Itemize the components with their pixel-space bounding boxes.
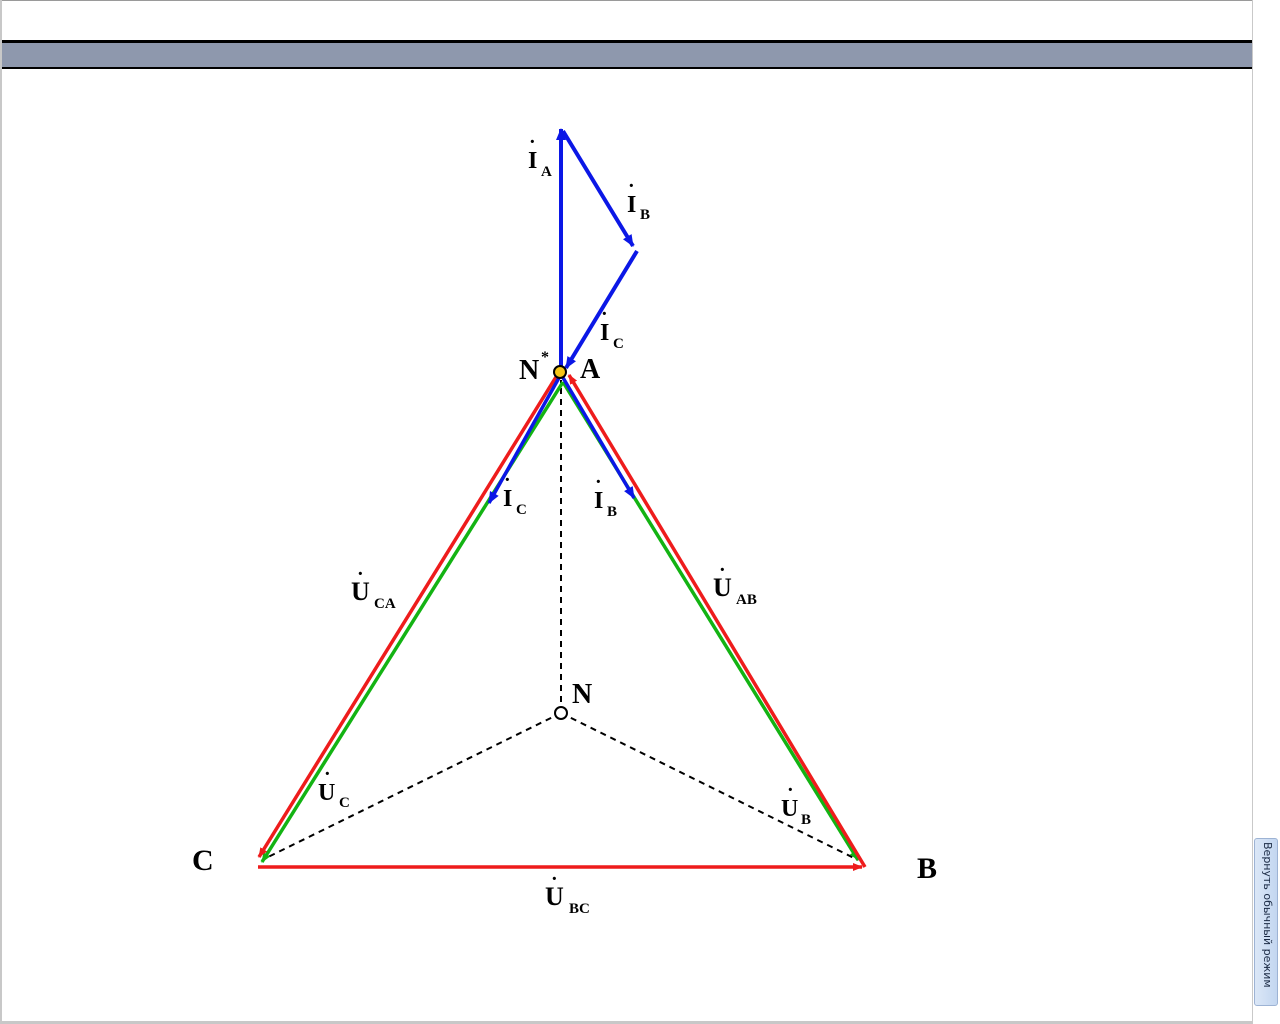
- label-voltage-bc: U · BC: [545, 868, 590, 917]
- current-c-lower-vector: [487, 375, 562, 504]
- label-voltage-bc-sub: BC: [569, 901, 590, 917]
- restore-normal-mode-label: Вернуть обычный режим: [1261, 842, 1274, 988]
- neutral-shift-point: [553, 365, 567, 379]
- label-current-a: I · A: [528, 131, 552, 180]
- label-point-a: A: [580, 354, 601, 385]
- label-point-n-star: N *: [519, 349, 549, 386]
- label-voltage-c: U · C: [318, 763, 350, 811]
- label-point-b: B: [917, 852, 937, 885]
- label-current-a-sub: A: [541, 164, 552, 180]
- label-voltage-c-sub: C: [339, 795, 350, 811]
- current-b-upper-vector: [561, 129, 635, 248]
- label-current-b-upper: I · B: [627, 175, 650, 223]
- label-current-c-upper-sub: C: [613, 336, 624, 352]
- dot-mark: ·: [719, 559, 726, 581]
- dashed-line-n-c: [261, 712, 562, 861]
- label-current-c-lower: I · C: [503, 469, 527, 518]
- dot-mark: ·: [324, 763, 331, 785]
- label-voltage-b-sub: B: [801, 812, 811, 828]
- line-voltage-ca-vector: [257, 376, 558, 858]
- dot-mark: ·: [787, 779, 794, 801]
- label-current-b-lower: I · B: [594, 471, 617, 520]
- dot-mark: ·: [595, 471, 602, 493]
- label-voltage-ca-sub: CA: [374, 596, 396, 612]
- line-voltage-ab-vector: [567, 374, 867, 868]
- label-current-b-lower-sub: B: [607, 504, 617, 520]
- dot-mark: ·: [601, 303, 608, 325]
- phasor-diagram: I · A I · B I · C I · C I · B U · CA U ·…: [192, 128, 937, 917]
- label-current-c-upper: I · C: [600, 303, 624, 352]
- label-voltage-ab: U · AB: [713, 559, 757, 608]
- dot-mark: ·: [628, 175, 635, 197]
- label-voltage-ca: U · CA: [351, 563, 396, 612]
- dot-mark: ·: [357, 563, 364, 585]
- label-current-c-lower-sub: C: [516, 502, 527, 518]
- label-point-n-star-sup: *: [541, 349, 549, 366]
- dot-mark: ·: [551, 868, 558, 890]
- label-point-c: C: [192, 844, 214, 877]
- dot-mark: ·: [529, 131, 536, 153]
- label-voltage-b: U · B: [781, 779, 811, 828]
- dot-mark: ·: [504, 469, 511, 491]
- label-point-n: N: [572, 679, 592, 710]
- neutral-point: [554, 706, 568, 720]
- label-current-b-upper-sub: B: [640, 207, 650, 223]
- label-voltage-ab-sub: AB: [736, 592, 757, 608]
- label-point-n-star-main: N: [519, 355, 539, 386]
